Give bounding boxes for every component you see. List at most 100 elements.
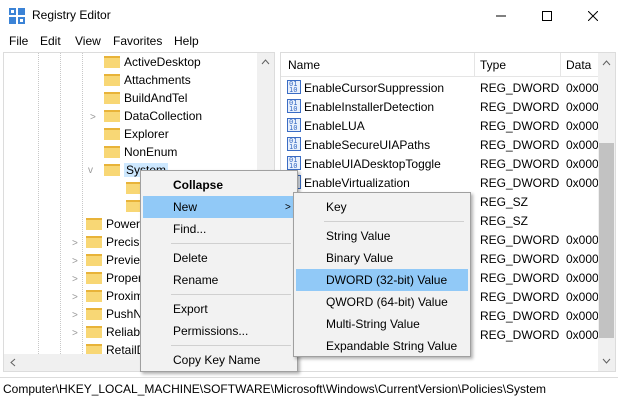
menu-bar: File Edit View Favorites Help (0, 31, 618, 51)
column-header-type[interactable]: Type (480, 58, 506, 72)
tree-item[interactable]: Precisi (86, 233, 142, 251)
registry-editor-window: Registry Editor File Edit View Favorites… (0, 0, 618, 399)
chevron-right-icon[interactable]: > (72, 239, 82, 249)
chevron-right-icon[interactable]: > (72, 311, 82, 321)
tree-item-label: ActiveDesktop (124, 55, 201, 69)
menu-favorites[interactable]: Favorites (113, 34, 162, 48)
list-row[interactable]: 01 10 EnableCursorSuppression REG_DWORD 0… (281, 78, 605, 97)
list-header: Name Type Data (281, 53, 615, 77)
chevron-right-icon[interactable]: > (90, 113, 100, 123)
scroll-down-icon[interactable] (598, 354, 615, 368)
close-button[interactable] (570, 0, 616, 31)
dword-value-icon: 0110 (287, 118, 301, 132)
value-name: EnableInstallerDetection (304, 100, 435, 114)
menu-separator (324, 221, 464, 222)
folder-icon (86, 326, 102, 338)
folder-icon (86, 272, 102, 284)
column-divider[interactable] (560, 53, 561, 77)
menu-item-label: String Value (326, 229, 391, 243)
column-header-name[interactable]: Name (288, 58, 320, 72)
scroll-left-icon[interactable] (6, 354, 20, 371)
menu-item-export[interactable]: Export (143, 298, 295, 320)
chevron-right-icon[interactable]: > (72, 293, 82, 303)
window-title: Registry Editor (32, 8, 111, 22)
menu-item-label: New (173, 200, 198, 214)
context-menu: Collapse New > Find... Delete Rename Exp… (140, 170, 298, 372)
menu-item-collapse[interactable]: Collapse (143, 174, 295, 196)
folder-icon (104, 56, 120, 68)
menu-separator (171, 345, 291, 346)
chevron-down-icon[interactable]: v (88, 166, 98, 176)
title-bar: Registry Editor (0, 0, 618, 31)
dword-value-icon: 0110 (287, 137, 301, 151)
scroll-thumb[interactable] (599, 143, 614, 338)
value-type: REG_SZ (480, 214, 529, 228)
close-icon (588, 10, 598, 21)
chevron-right-icon[interactable]: > (72, 275, 82, 285)
column-divider[interactable] (474, 53, 475, 77)
tree-item[interactable]: NonEnum (104, 143, 177, 161)
menu-item-qword-value[interactable]: QWORD (64-bit) Value (296, 291, 468, 313)
tree-item[interactable]: ActiveDesktop (104, 53, 201, 71)
new-submenu: Key String Value Binary Value DWORD (32-… (293, 192, 471, 357)
menu-item-rename[interactable]: Rename (143, 269, 295, 291)
menu-file[interactable]: File (9, 34, 28, 48)
list-row[interactable]: 01 10 EnableUIADesktopToggle REG_DWORD 0x… (281, 154, 605, 173)
tree-item[interactable]: PushN (86, 305, 142, 323)
menu-edit[interactable]: Edit (40, 34, 61, 48)
column-header-data[interactable]: Data (566, 58, 591, 72)
chevron-right-icon[interactable]: > (72, 329, 82, 339)
menu-item-label: Rename (173, 273, 219, 287)
value-name: EnableSecureUIAPaths (304, 138, 431, 152)
maximize-button[interactable] (524, 0, 570, 31)
folder-icon (104, 92, 120, 104)
list-row[interactable]: 01 10 EnableLUA REG_DWORD 0x0000 (281, 116, 605, 135)
menu-item-copy-key-name[interactable]: Copy Key Name (143, 349, 295, 371)
menu-item-binary-value[interactable]: Binary Value (296, 247, 468, 269)
folder-icon (86, 218, 102, 230)
menu-item-key[interactable]: Key (296, 196, 468, 218)
tree-item-label: Attachments (124, 73, 191, 87)
menu-item-label: Expandable String Value (326, 339, 458, 353)
tree-item[interactable]: Reliab (86, 323, 140, 341)
tree-item[interactable]: Attachments (104, 71, 191, 89)
menu-item-label: Multi-String Value (326, 317, 420, 331)
tree-item[interactable]: Explorer (104, 125, 169, 143)
status-bar: Computer\HKEY_LOCAL_MACHINE\SOFTWARE\Mic… (0, 377, 618, 399)
menu-view[interactable]: View (75, 34, 101, 48)
tree-item-label: DataCollection (124, 109, 203, 123)
menu-item-label: Find... (173, 222, 207, 236)
menu-item-string-value[interactable]: String Value (296, 225, 468, 247)
list-row[interactable]: 0110 EnableVirtualization REG_DWORD 0x00… (281, 173, 605, 192)
menu-item-dword-value[interactable]: DWORD (32-bit) Value (296, 269, 468, 291)
tree-item[interactable]: BuildAndTel (104, 89, 187, 107)
tree-item[interactable]: Previe (86, 251, 140, 269)
list-vertical-scrollbar[interactable] (598, 53, 615, 371)
tree-item-label: Previe (106, 253, 141, 267)
menu-item-label: Copy Key Name (173, 353, 261, 367)
tree-item[interactable]: DataCollection (104, 107, 202, 125)
tree-item[interactable]: Proper (86, 269, 142, 287)
menu-item-find[interactable]: Find... (143, 218, 295, 240)
chevron-right-icon[interactable]: > (72, 257, 82, 267)
tree-item[interactable]: Power (86, 215, 140, 233)
menu-item-label: Delete (173, 251, 208, 265)
menu-item-new[interactable]: New > (143, 196, 295, 218)
dword-value-icon: 0110 (287, 99, 301, 113)
list-row[interactable]: 01 10 EnableInstallerDetection REG_DWORD … (281, 97, 605, 116)
scroll-up-icon[interactable] (257, 55, 274, 69)
menu-item-expandable-string-value[interactable]: Expandable String Value (296, 335, 468, 357)
menu-help[interactable]: Help (174, 34, 199, 48)
tree-guide-line (60, 53, 61, 356)
folder-icon (104, 110, 120, 122)
value-type: REG_DWORD (480, 271, 560, 285)
minimize-button[interactable] (478, 0, 524, 31)
menu-item-multi-string-value[interactable]: Multi-String Value (296, 313, 468, 335)
tree-item[interactable]: Proxim (86, 287, 143, 305)
menu-item-delete[interactable]: Delete (143, 247, 295, 269)
list-row[interactable]: 01 10 EnableSecureUIAPaths REG_DWORD 0x00… (281, 135, 605, 154)
scroll-up-icon[interactable] (598, 56, 615, 70)
tree-item-label: Proxim (106, 289, 144, 303)
menu-item-permissions[interactable]: Permissions... (143, 320, 295, 342)
tree-item-label: PushN (106, 307, 143, 321)
